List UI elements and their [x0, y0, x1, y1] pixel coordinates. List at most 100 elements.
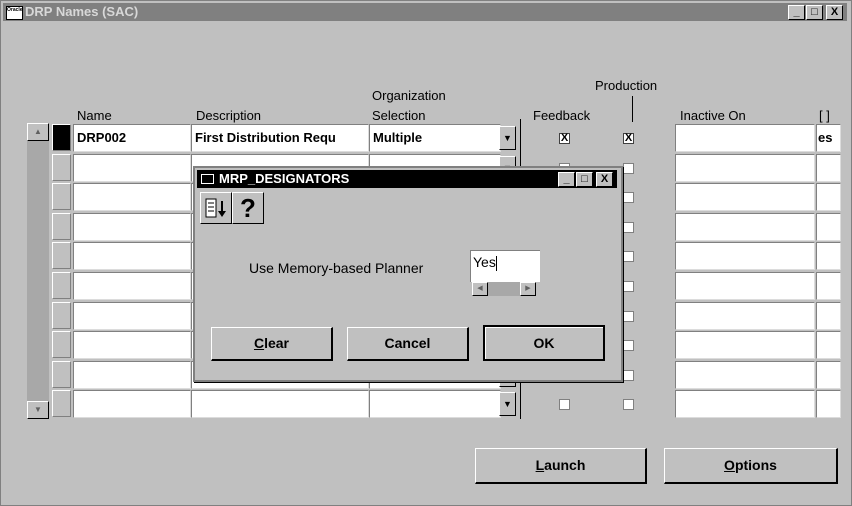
mrp-designators-dialog: MRP_DESIGNATORS _ □ X ? Use Memory-based… [193, 166, 623, 382]
name-cell[interactable] [73, 183, 191, 211]
row-indicator[interactable] [52, 183, 71, 210]
extra-cell[interactable] [816, 154, 841, 182]
name-cell[interactable] [73, 331, 191, 359]
window-title: DRP Names (SAC) [25, 4, 139, 19]
row-indicator[interactable] [52, 213, 71, 240]
records-scrollbar[interactable]: ▲ ▼ [27, 123, 49, 419]
dialog-maximize-button[interactable]: □ [576, 172, 593, 187]
production-checkbox[interactable] [623, 340, 634, 351]
row-indicator[interactable] [52, 302, 71, 329]
window-controls: _ □ X [788, 5, 843, 20]
ok-button[interactable]: OK [483, 325, 605, 361]
row-indicator[interactable] [52, 331, 71, 358]
hscroll-left-button[interactable]: ◀ [472, 282, 488, 296]
production-checkbox[interactable] [623, 399, 634, 410]
inactive-on-cell[interactable] [675, 361, 815, 389]
inactive-on-cell[interactable] [675, 272, 815, 300]
production-checkbox[interactable] [623, 251, 634, 262]
list-values-button[interactable] [200, 192, 232, 224]
drp-names-window: Oracle DRP Names (SAC) _ □ X Name Descri… [0, 0, 852, 506]
name-cell[interactable] [73, 213, 191, 241]
inactive-on-cell[interactable] [675, 213, 815, 241]
name-cell[interactable] [73, 361, 191, 389]
description-cell[interactable]: First Distribution Requ [191, 124, 369, 152]
feedback-checkbox[interactable] [559, 399, 570, 410]
inactive-on-cell[interactable] [675, 331, 815, 359]
org-selection-dropdown[interactable]: ▼ [499, 126, 516, 150]
dialog-titlebar[interactable]: MRP_DESIGNATORS _ □ X [197, 170, 617, 188]
name-cell[interactable] [73, 154, 191, 182]
inactive-on-cell[interactable] [675, 183, 815, 211]
row-indicator[interactable] [52, 272, 71, 299]
header-feedback: Feedback [533, 108, 591, 123]
help-button[interactable]: ? [232, 192, 264, 224]
production-checkbox[interactable] [623, 222, 634, 233]
dialog-title: MRP_DESIGNATORS [219, 171, 350, 186]
help-icon: ? [240, 193, 256, 223]
hscroll-right-button[interactable]: ▶ [520, 282, 536, 296]
production-header-line [632, 96, 633, 122]
extra-cell[interactable] [816, 302, 841, 330]
production-checkbox[interactable]: X [623, 133, 634, 144]
row-indicator[interactable] [52, 361, 71, 388]
inactive-on-cell[interactable] [675, 124, 815, 152]
inactive-on-cell[interactable] [675, 242, 815, 270]
inactive-on-cell[interactable] [675, 302, 815, 330]
extra-cell[interactable] [816, 331, 841, 359]
text-cursor [495, 255, 497, 271]
close-button[interactable]: X [826, 5, 843, 20]
production-checkbox[interactable] [623, 192, 634, 203]
scroll-up-button[interactable]: ▲ [27, 123, 49, 141]
options-button[interactable]: Options [664, 448, 838, 484]
name-cell[interactable]: DRP002 [73, 124, 191, 152]
name-cell[interactable] [73, 242, 191, 270]
window-titlebar[interactable]: Oracle DRP Names (SAC) _ □ X [3, 3, 847, 21]
dialog-menu-icon[interactable] [201, 174, 214, 184]
options-mnemonic: O [724, 457, 735, 473]
header-name: Name [77, 108, 112, 123]
name-cell[interactable] [73, 302, 191, 330]
memory-planner-field[interactable]: Yes [470, 250, 540, 282]
production-checkbox[interactable] [623, 163, 634, 174]
minimize-button[interactable]: _ [788, 5, 805, 20]
inactive-on-cell[interactable] [675, 154, 815, 182]
inactive-on-cell[interactable] [675, 390, 815, 418]
memory-planner-value: Yes [473, 254, 496, 270]
header-org-selection-line2: Selection [372, 108, 426, 123]
extra-cell[interactable] [816, 242, 841, 270]
row-indicator[interactable] [52, 154, 71, 181]
cancel-button[interactable]: Cancel [347, 327, 469, 361]
header-extra: [ ] [819, 108, 830, 123]
maximize-button[interactable]: □ [806, 5, 823, 20]
launch-label: aunch [544, 457, 586, 473]
extra-cell[interactable] [816, 213, 841, 241]
extra-cell[interactable]: es [816, 124, 841, 152]
feedback-checkbox[interactable]: X [559, 133, 570, 144]
production-checkbox[interactable] [623, 370, 634, 381]
header-description: Description [196, 108, 262, 123]
extra-cell[interactable] [816, 361, 841, 389]
extra-cell[interactable] [816, 183, 841, 211]
launch-button[interactable]: Launch [475, 448, 647, 484]
row-indicator[interactable] [52, 242, 71, 269]
row-indicator[interactable] [52, 390, 71, 417]
production-checkbox[interactable] [623, 311, 634, 322]
description-cell[interactable] [191, 390, 369, 418]
field-hscrollbar[interactable]: ◀ ▶ [472, 282, 536, 296]
org-selection-cell[interactable] [369, 390, 501, 418]
production-checkbox[interactable] [623, 281, 634, 292]
dialog-window-controls: _ □ X [558, 172, 613, 187]
name-cell[interactable] [73, 390, 191, 418]
app-icon-label: Oracle [7, 7, 23, 13]
extra-cell[interactable] [816, 272, 841, 300]
scroll-down-button[interactable]: ▼ [27, 401, 49, 419]
extra-cell[interactable] [816, 390, 841, 418]
oracle-app-icon[interactable]: Oracle [6, 6, 23, 20]
clear-button[interactable]: Clear [211, 327, 333, 361]
row-indicator[interactable] [52, 124, 71, 151]
org-selection-dropdown[interactable]: ▼ [499, 392, 516, 416]
name-cell[interactable] [73, 272, 191, 300]
dialog-close-button[interactable]: X [596, 172, 613, 187]
org-selection-cell[interactable]: Multiple [369, 124, 501, 152]
dialog-minimize-button[interactable]: _ [558, 172, 575, 187]
